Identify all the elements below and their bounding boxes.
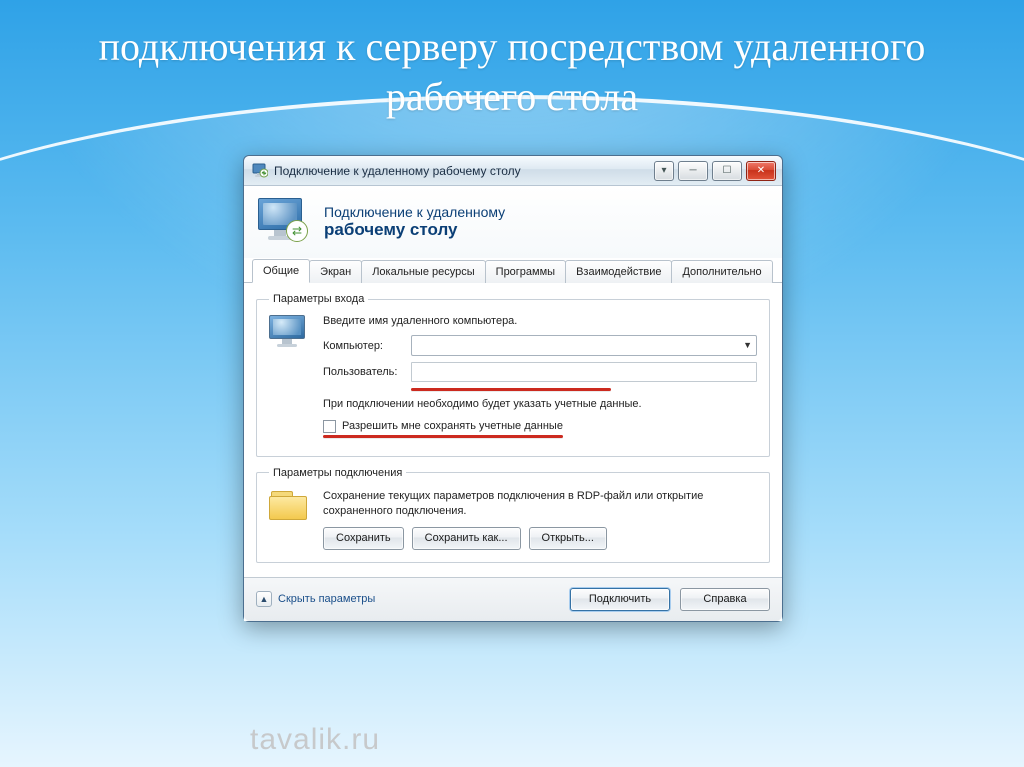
tab-local-resources[interactable]: Локальные ресурсы (361, 260, 485, 283)
computer-label: Компьютер: (323, 340, 411, 352)
hide-options-label: Скрыть параметры (278, 593, 375, 605)
save-button[interactable]: Сохранить (323, 527, 404, 550)
tabstrip: Общие Экран Локальные ресурсы Программы … (244, 258, 782, 283)
header-area: ⇄ Подключение к удаленному рабочему стол… (244, 186, 782, 258)
titlebar-dropdown-button[interactable]: ▾ (654, 161, 674, 181)
tab-programs[interactable]: Программы (485, 260, 566, 283)
rdp-window: Подключение к удаленному рабочему столу … (243, 155, 783, 622)
chevron-down-icon: ▾ (661, 165, 666, 176)
rdp-large-icon: ⇄ (258, 198, 312, 246)
hide-options-button[interactable]: ▲ Скрыть параметры (256, 591, 375, 607)
credentials-hint: При подключении необходимо будет указать… (323, 397, 757, 412)
connect-button[interactable]: Подключить (570, 588, 670, 611)
tab-display[interactable]: Экран (309, 260, 362, 283)
connection-settings-desc: Сохранение текущих параметров подключени… (323, 489, 757, 519)
header-line1: Подключение к удаленному (324, 204, 505, 220)
computer-icon (269, 315, 311, 349)
user-label: Пользователь: (323, 366, 411, 378)
window-title: Подключение к удаленному рабочему столу (274, 164, 650, 178)
computer-combobox[interactable]: ▼ (411, 335, 757, 356)
folder-icon (269, 489, 309, 521)
login-settings-group: Параметры входа Введите имя удаленного к… (256, 293, 770, 457)
minimize-button[interactable]: ─ (678, 161, 708, 181)
header-line2: рабочему столу (324, 220, 505, 240)
close-icon: ✕ (757, 165, 765, 176)
minimize-icon: ─ (689, 165, 696, 176)
tab-experience[interactable]: Взаимодействие (565, 260, 672, 283)
chevron-up-icon: ▲ (256, 591, 272, 607)
maximize-icon: ☐ (723, 165, 732, 176)
tab-advanced[interactable]: Дополнительно (671, 260, 772, 283)
save-as-button[interactable]: Сохранить как... (412, 527, 521, 550)
slide-title: подключения к серверу посредством удален… (0, 22, 1024, 122)
rdp-app-icon (252, 163, 268, 179)
save-credentials-label: Разрешить мне сохранять учетные данные (342, 420, 563, 432)
user-field[interactable] (411, 362, 757, 382)
help-button[interactable]: Справка (680, 588, 770, 611)
connection-settings-legend: Параметры подключения (269, 467, 406, 479)
login-intro-text: Введите имя удаленного компьютера. (323, 315, 757, 327)
save-credentials-checkbox[interactable] (323, 420, 336, 433)
watermark: tavalik.ru (250, 723, 380, 757)
tab-general[interactable]: Общие (252, 259, 310, 283)
open-button[interactable]: Открыть... (529, 527, 607, 550)
footer-bar: ▲ Скрыть параметры Подключить Справка (244, 577, 782, 621)
chevron-down-icon: ▼ (743, 340, 752, 350)
connection-settings-group: Параметры подключения Сохранение текущих… (256, 467, 770, 563)
annotation-underline-checkbox (323, 435, 563, 438)
login-settings-legend: Параметры входа (269, 293, 368, 305)
close-button[interactable]: ✕ (746, 161, 776, 181)
titlebar[interactable]: Подключение к удаленному рабочему столу … (244, 156, 782, 186)
annotation-underline-user (411, 388, 611, 391)
maximize-button[interactable]: ☐ (712, 161, 742, 181)
